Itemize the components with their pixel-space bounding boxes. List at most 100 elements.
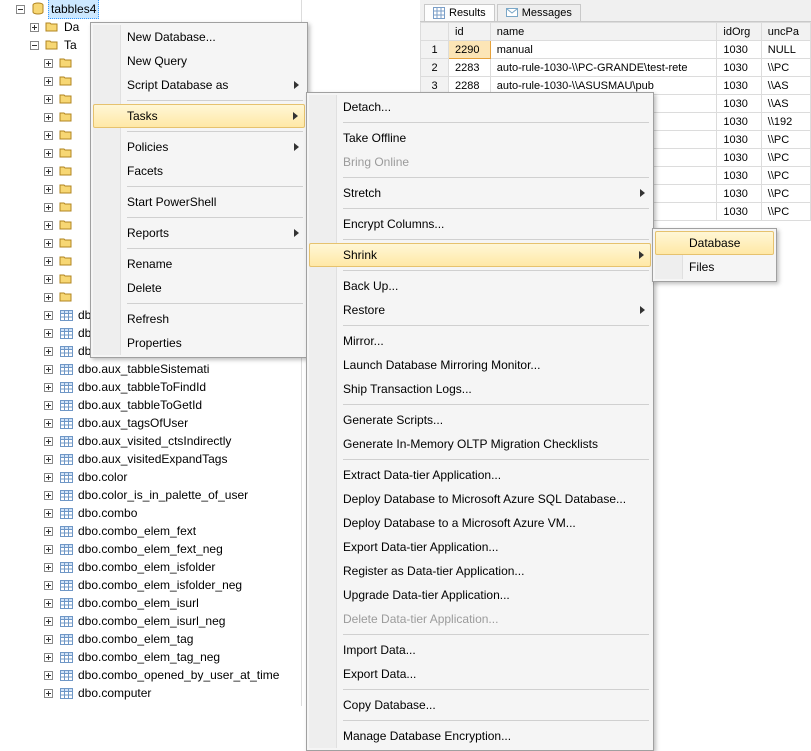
tree-table-node[interactable]: dbo.combo_elem_tag	[0, 630, 301, 648]
chevron-right-icon	[294, 143, 299, 151]
cell-idorg[interactable]: 1030	[717, 131, 761, 149]
cell-unc[interactable]: \\PC	[761, 203, 810, 221]
table-row[interactable]: 12290manual1030NULL	[421, 41, 811, 59]
table-icon	[58, 631, 74, 647]
col-name[interactable]: name	[490, 23, 717, 41]
menu-item[interactable]: Shrink	[309, 243, 651, 267]
tree-table-node[interactable]: dbo.combo_elem_tag_neg	[0, 648, 301, 666]
cell-name[interactable]: manual	[490, 41, 717, 59]
tree-table-node[interactable]: dbo.combo	[0, 504, 301, 522]
cell-unc[interactable]: \\PC	[761, 167, 810, 185]
menu-item[interactable]: Files	[655, 255, 774, 279]
tree-table-node[interactable]: dbo.aux_tagsOfUser	[0, 414, 301, 432]
cell-id[interactable]: 2283	[449, 59, 491, 77]
menu-item[interactable]: Deploy Database to Microsoft Azure SQL D…	[309, 487, 651, 511]
menu-item[interactable]: Detach...	[309, 95, 651, 119]
col-uncpa[interactable]: uncPa	[761, 23, 810, 41]
cell-idorg[interactable]: 1030	[717, 203, 761, 221]
menu-item[interactable]: New Query	[93, 49, 305, 73]
menu-item[interactable]: Properties	[93, 331, 305, 355]
cell-idorg[interactable]: 1030	[717, 77, 761, 95]
tree-table-node[interactable]: dbo.combo_elem_fext_neg	[0, 540, 301, 558]
cell-unc[interactable]: NULL	[761, 41, 810, 59]
menu-separator	[343, 122, 649, 123]
tree-table-node[interactable]: dbo.aux_tabbleToFindId	[0, 378, 301, 396]
menu-item[interactable]: Generate Scripts...	[309, 408, 651, 432]
tree-table-node[interactable]: dbo.combo_elem_isfolder_neg	[0, 576, 301, 594]
menu-item[interactable]: Facets	[93, 159, 305, 183]
tree-table-node[interactable]: dbo.combo_elem_isurl	[0, 594, 301, 612]
menu-item[interactable]: Copy Database...	[309, 693, 651, 717]
menu-item[interactable]: Generate In-Memory OLTP Migration Checkl…	[309, 432, 651, 456]
tab-messages[interactable]: Messages	[497, 4, 581, 21]
menu-item[interactable]: Rename	[93, 252, 305, 276]
menu-item[interactable]: Delete	[93, 276, 305, 300]
tree-table-node[interactable]: dbo.combo_elem_fext	[0, 522, 301, 540]
menu-item[interactable]: Take Offline	[309, 126, 651, 150]
menu-item[interactable]: Restore	[309, 298, 651, 322]
menu-item[interactable]: Extract Data-tier Application...	[309, 463, 651, 487]
menu-item[interactable]: Policies	[93, 135, 305, 159]
menu-item[interactable]: Tasks	[93, 104, 305, 128]
menu-item-label: Database	[689, 236, 740, 250]
menu-item[interactable]: Encrypt Columns...	[309, 212, 651, 236]
menu-item[interactable]: Reports	[93, 221, 305, 245]
menu-item-label: Deploy Database to Microsoft Azure SQL D…	[343, 492, 626, 506]
menu-item[interactable]: Register as Data-tier Application...	[309, 559, 651, 583]
menu-item[interactable]: Import Data...	[309, 638, 651, 662]
tree-table-node[interactable]: dbo.combo_opened_by_user_at_time	[0, 666, 301, 684]
menu-separator	[127, 248, 303, 249]
tree-table-node[interactable]: dbo.combo_elem_isurl_neg	[0, 612, 301, 630]
menu-item[interactable]: Ship Transaction Logs...	[309, 377, 651, 401]
cell-idorg[interactable]: 1030	[717, 149, 761, 167]
cell-unc[interactable]: \\PC	[761, 59, 810, 77]
tree-table-node[interactable]: dbo.color	[0, 468, 301, 486]
menu-item[interactable]: Refresh	[93, 307, 305, 331]
tree-table-node[interactable]: dbo.computer	[0, 684, 301, 702]
cell-unc[interactable]: \\PC	[761, 185, 810, 203]
tree-node-label: dbo.aux_tagsOfUser	[76, 414, 190, 432]
cell-unc[interactable]: \\AS	[761, 95, 810, 113]
col-idorg[interactable]: idOrg	[717, 23, 761, 41]
table-icon	[58, 325, 74, 341]
cell-idorg[interactable]: 1030	[717, 167, 761, 185]
menu-item[interactable]: Export Data...	[309, 662, 651, 686]
cell-idorg[interactable]: 1030	[717, 113, 761, 131]
table-row[interactable]: 22283auto-rule-1030-\\PC-GRANDE\test-ret…	[421, 59, 811, 77]
menu-item[interactable]: Upgrade Data-tier Application...	[309, 583, 651, 607]
menu-item[interactable]: New Database...	[93, 25, 305, 49]
menu-item[interactable]: Database	[655, 231, 774, 255]
menu-item[interactable]: Back Up...	[309, 274, 651, 298]
cell-idorg[interactable]: 1030	[717, 185, 761, 203]
menu-item[interactable]: Mirror...	[309, 329, 651, 353]
menu-item[interactable]: Stretch	[309, 181, 651, 205]
cell-unc[interactable]: \\PC	[761, 149, 810, 167]
cell-unc[interactable]: \\PC	[761, 131, 810, 149]
tree-table-node[interactable]: dbo.aux_tabbleToGetId	[0, 396, 301, 414]
folder-icon	[58, 91, 74, 107]
col-id[interactable]: id	[449, 23, 491, 41]
tree-table-node[interactable]: dbo.combo_elem_isfolder	[0, 558, 301, 576]
cell-idorg[interactable]: 1030	[717, 95, 761, 113]
plus-icon	[40, 631, 56, 647]
cell-unc[interactable]: \\192	[761, 113, 810, 131]
cell-idorg[interactable]: 1030	[717, 41, 761, 59]
cell-id[interactable]: 2290	[449, 41, 491, 59]
tree-table-node[interactable]: dbo.aux_visitedExpandTags	[0, 450, 301, 468]
cell-name[interactable]: auto-rule-1030-\\PC-GRANDE\test-rete	[490, 59, 717, 77]
menu-item[interactable]: Manage Database Encryption...	[309, 724, 651, 748]
plus-icon	[40, 577, 56, 593]
plus-icon	[40, 181, 56, 197]
tree-table-node[interactable]: dbo.aux_visited_ctsIndirectly	[0, 432, 301, 450]
cell-idorg[interactable]: 1030	[717, 59, 761, 77]
menu-item[interactable]: Script Database as	[93, 73, 305, 97]
menu-item[interactable]: Deploy Database to a Microsoft Azure VM.…	[309, 511, 651, 535]
tab-results[interactable]: Results	[424, 4, 495, 21]
menu-item[interactable]: Export Data-tier Application...	[309, 535, 651, 559]
menu-item[interactable]: Launch Database Mirroring Monitor...	[309, 353, 651, 377]
menu-item[interactable]: Start PowerShell	[93, 190, 305, 214]
tree-table-node[interactable]: dbo.color_is_in_palette_of_user	[0, 486, 301, 504]
cell-unc[interactable]: \\AS	[761, 77, 810, 95]
tree-table-node[interactable]: dbo.aux_tabbleSistemati	[0, 360, 301, 378]
tree-db-node[interactable]: tabbles4	[0, 0, 301, 18]
